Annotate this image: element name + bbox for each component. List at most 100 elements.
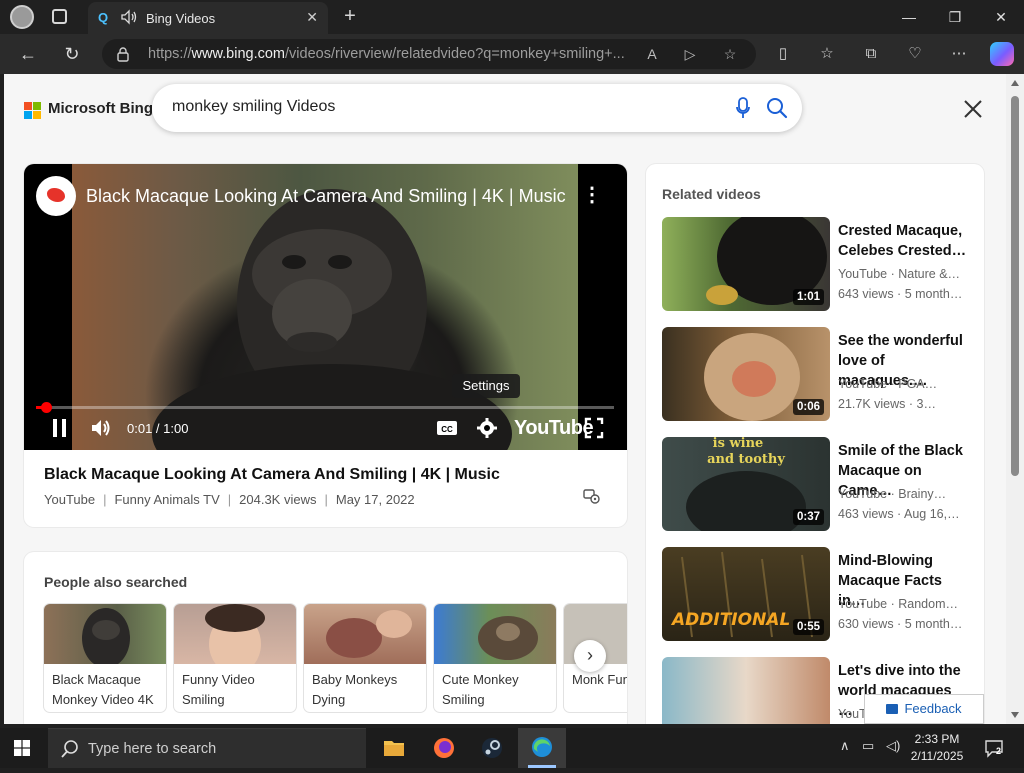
feedback-icon [886, 704, 899, 714]
pas-heading: People also searched [44, 574, 188, 590]
firefox-icon[interactable] [420, 728, 468, 768]
tab-close-icon[interactable]: ✕ [306, 10, 318, 24]
related-videos-panel: Related videos 1:01 Crested Macaque, Cel… [646, 164, 984, 724]
page-content: Microsoft Bing monkey smiling Videos Bla… [4, 74, 1006, 724]
close-icon[interactable] [962, 98, 984, 120]
volume-icon[interactable] [90, 416, 114, 440]
back-arrow-icon[interactable]: ← [16, 42, 40, 66]
minimize-icon[interactable]: — [886, 4, 932, 30]
related-stats: 463 views · Aug 16,… [838, 507, 960, 521]
logo-square-icon [24, 111, 32, 119]
logo-square-icon [33, 111, 41, 119]
collections-icon[interactable]: ⧉ [860, 44, 882, 64]
url-text[interactable]: https://www.bing.com/videos/riverview/re… [148, 46, 625, 62]
volume-tray-icon[interactable]: ◁) [886, 738, 900, 754]
more-menu-icon[interactable]: ⋯ [948, 44, 970, 64]
logo-square-icon [33, 102, 41, 110]
related-title[interactable]: Crested Macaque, Celebes Crested… [838, 221, 970, 261]
channel-logo[interactable] [36, 176, 76, 216]
related-video-item[interactable]: 1:01 Crested Macaque, Celebes Crested… Y… [662, 217, 972, 313]
read-aloud-icon[interactable]: A [642, 44, 662, 64]
speaker-icon[interactable] [120, 8, 138, 26]
split-screen-icon[interactable]: ▯ [772, 44, 794, 64]
more-vertical-icon[interactable]: ⋮ [582, 184, 602, 206]
edge-icon[interactable] [518, 728, 566, 768]
network-icon[interactable]: ▭ [862, 738, 874, 754]
video-meta: YouTube | Funny Animals TV | 204.3K views | Ma… [44, 492, 415, 507]
related-video-item[interactable]: is wine and toothy 0:37 Smile of the Bla… [662, 437, 972, 533]
browser-essentials-icon[interactable]: ♡ [904, 44, 926, 64]
progress-scrubber[interactable] [40, 402, 52, 413]
captions-icon[interactable]: CC [436, 416, 458, 440]
video-source[interactable]: YouTube [44, 492, 95, 507]
scroll-down-icon[interactable] [1011, 712, 1019, 718]
related-video-item[interactable]: ADDITIONAL 0:55 Mind-Blowing Macaque Fac… [662, 547, 972, 643]
child-face-thumb-image [205, 604, 265, 674]
page-scrollbar[interactable] [1006, 74, 1024, 724]
video-channel[interactable]: Funny Animals TV [114, 492, 219, 507]
profile-avatar[interactable] [10, 5, 34, 29]
pause-icon[interactable] [50, 416, 70, 440]
progress-bar[interactable] [36, 402, 614, 413]
duration-badge: 1:01 [792, 289, 824, 305]
bing-favicon-icon: Q [98, 10, 109, 25]
related-thumbnail [662, 657, 830, 724]
notification-count: 2 [996, 746, 1001, 756]
video-title[interactable]: Black Macaque Looking At Camera And Smil… [44, 466, 500, 484]
macaque-thumb-image [82, 608, 130, 668]
tab-bar: Q Bing Videos ✕ + — ❐ ✕ [0, 0, 1024, 34]
search-icon[interactable] [766, 97, 788, 119]
tab-title: Bing Videos [146, 11, 216, 26]
pas-item[interactable]: Black Macaque Monkey Video 4K [44, 604, 166, 712]
youtube-logo[interactable]: YouTube [514, 417, 594, 440]
related-source: YouTube · PGA… [838, 377, 938, 391]
bing-logo[interactable]: Microsoft Bing [24, 100, 153, 120]
related-thumbnail: 1:01 [662, 217, 830, 311]
scroll-up-icon[interactable] [1011, 80, 1019, 86]
search-input[interactable]: monkey smiling Videos [172, 98, 335, 116]
related-video-item[interactable]: 0:06 See the wonderful love of macaques.… [662, 327, 972, 423]
steam-icon[interactable] [468, 728, 516, 768]
related-thumbnail: 0:06 [662, 327, 830, 421]
notification-icon[interactable]: 2 [984, 738, 1004, 758]
fullscreen-icon[interactable] [584, 416, 604, 440]
new-tab-icon[interactable]: + [340, 6, 360, 26]
address-bar[interactable]: https://www.bing.com/videos/riverview/re… [102, 39, 756, 69]
refresh-icon[interactable]: ↻ [60, 42, 84, 66]
lock-icon[interactable] [116, 46, 130, 62]
search-box[interactable]: monkey smiling Videos [152, 84, 802, 132]
clock-time: 2:33 PM [914, 732, 960, 746]
pas-item[interactable]: Cute Monkey Smiling [434, 604, 556, 712]
tab-actions-icon[interactable] [52, 9, 67, 24]
taskbar-search[interactable]: Type here to search [48, 728, 366, 768]
file-explorer-icon[interactable] [370, 728, 418, 768]
active-tab[interactable]: Q Bing Videos ✕ [88, 2, 328, 34]
video-overlay-title[interactable]: Black Macaque Looking At Camera And Smil… [86, 186, 566, 207]
pas-item[interactable]: Baby Monkeys Dying [304, 604, 426, 712]
taskbar-clock[interactable]: 2:33 PM 2/11/2025 [906, 731, 968, 765]
restore-icon[interactable]: ❐ [932, 4, 978, 30]
pin-video-icon[interactable] [582, 486, 600, 504]
favorites-icon[interactable]: ☆ [816, 44, 838, 64]
video-views: 204.3K views [239, 492, 317, 507]
pas-label: Baby Monkeys Dying [312, 672, 398, 707]
copilot-icon[interactable] [990, 42, 1014, 66]
cute-monkey-thumb-image [478, 616, 538, 660]
search-icon [61, 740, 78, 758]
video-assist-icon[interactable]: ▷ [680, 44, 700, 64]
feedback-button[interactable]: Feedback [864, 694, 984, 724]
scrollbar-thumb[interactable] [1011, 96, 1019, 476]
pas-item[interactable]: Funny Video Smiling [174, 604, 296, 712]
window-close-icon[interactable]: ✕ [978, 4, 1024, 30]
video-player-card: Black Macaque Looking At Camera And Smil… [24, 164, 627, 527]
settings-gear-icon[interactable] [476, 416, 498, 440]
thumb-caption: ADDITIONAL [670, 610, 790, 630]
pas-thumbnail [434, 604, 556, 664]
pas-label: Cute Monkey Smiling [442, 672, 519, 707]
favorite-star-icon[interactable]: ☆ [720, 44, 740, 64]
microphone-icon[interactable] [736, 97, 750, 119]
chevron-right-icon[interactable]: › [574, 640, 606, 672]
chevron-up-icon[interactable]: ∧ [840, 738, 850, 754]
windows-start-icon[interactable] [14, 740, 30, 756]
video-player[interactable]: Black Macaque Looking At Camera And Smil… [24, 164, 627, 450]
